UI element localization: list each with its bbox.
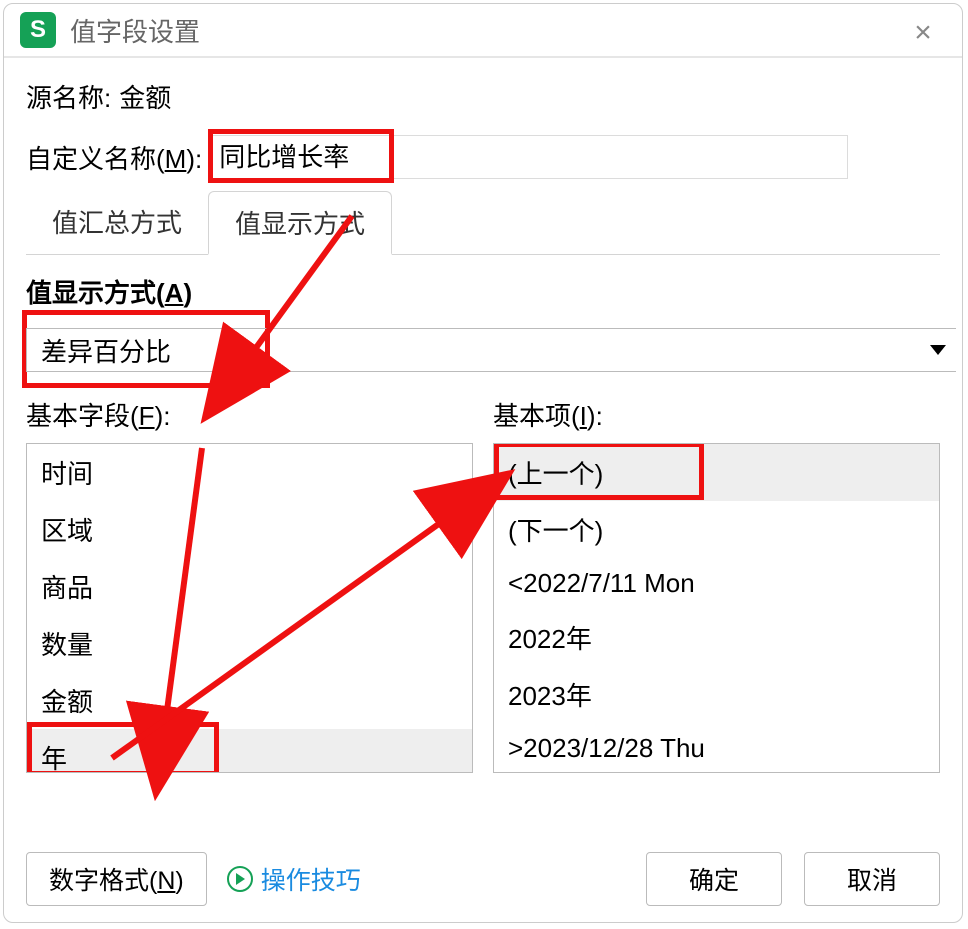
tips-text: 操作技巧 xyxy=(261,861,361,897)
base-item-label: 基本项(I): xyxy=(493,396,940,433)
list-item[interactable]: (上一个) xyxy=(494,444,939,501)
cancel-button[interactable]: 取消 xyxy=(804,852,940,906)
dialog-title: 值字段设置 xyxy=(70,12,200,49)
custom-name-input[interactable] xyxy=(208,135,848,179)
app-icon: S xyxy=(20,12,56,48)
value-field-settings-dialog: S 值字段设置 × 源名称: 金额 自定义名称(M): 值汇总方式 值显示方式 … xyxy=(3,3,963,923)
custom-name-label: 自定义名称(M): xyxy=(26,139,202,176)
source-name-value: 金额 xyxy=(119,78,171,115)
display-mode-value: 差异百分比 xyxy=(41,332,171,369)
list-item[interactable]: <2022/7/11 Mon xyxy=(494,558,939,609)
base-item-listbox[interactable]: (上一个)(下一个)<2022/7/11 Mon2022年2023年>2023/… xyxy=(493,443,940,773)
list-item[interactable]: 时间 xyxy=(27,444,472,501)
list-item[interactable]: 金额 xyxy=(27,672,472,729)
footer-buttons: 确定 取消 xyxy=(646,852,940,906)
list-item[interactable]: 年 xyxy=(27,729,472,773)
list-item[interactable]: 2023年 xyxy=(494,666,939,723)
close-button[interactable]: × xyxy=(906,16,940,50)
list-item[interactable]: >2023/12/28 Thu xyxy=(494,723,939,773)
lists-row: 基本字段(F): 时间区域商品数量金额年 基本项(I): (上一个)(下一个)<… xyxy=(26,390,940,773)
number-format-button[interactable]: 数字格式(N) xyxy=(26,852,207,906)
display-mode-dropdown[interactable]: 差异百分比 xyxy=(26,328,956,372)
list-item[interactable]: 2022年 xyxy=(494,609,939,666)
dialog-content: 源名称: 金额 自定义名称(M): 值汇总方式 值显示方式 值显示方式(A) 差… xyxy=(4,58,962,773)
display-mode-dropdown-wrap: 差异百分比 xyxy=(26,328,940,372)
list-item[interactable]: 区域 xyxy=(27,501,472,558)
chevron-down-icon xyxy=(930,345,946,355)
custom-name-row: 自定义名称(M): xyxy=(26,135,940,179)
dialog-footer: 数字格式(N) 操作技巧 确定 取消 xyxy=(4,852,962,906)
title-bar: S 值字段设置 × xyxy=(4,4,962,58)
display-mode-label: 值显示方式(A) xyxy=(26,273,940,310)
tabs: 值汇总方式 值显示方式 xyxy=(26,191,940,255)
source-row: 源名称: 金额 xyxy=(26,78,940,115)
base-field-label: 基本字段(F): xyxy=(26,396,473,433)
source-name-label: 源名称: xyxy=(26,78,111,115)
list-item[interactable]: 数量 xyxy=(27,615,472,672)
tab-summary[interactable]: 值汇总方式 xyxy=(26,191,208,254)
base-field-listbox[interactable]: 时间区域商品数量金额年 xyxy=(26,443,473,773)
ok-button[interactable]: 确定 xyxy=(646,852,782,906)
list-item[interactable]: 商品 xyxy=(27,558,472,615)
tips-link[interactable]: 操作技巧 xyxy=(227,861,361,897)
close-icon: × xyxy=(914,16,932,49)
list-item[interactable]: (下一个) xyxy=(494,501,939,558)
play-icon xyxy=(227,866,253,892)
tab-display[interactable]: 值显示方式 xyxy=(208,191,392,255)
